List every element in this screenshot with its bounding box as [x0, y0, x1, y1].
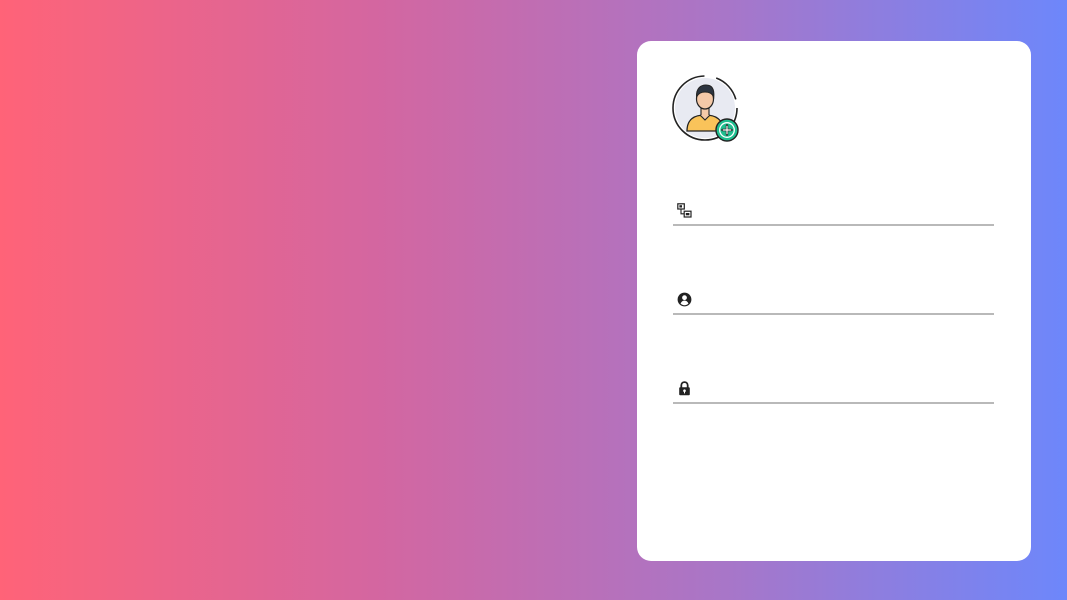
user-circle-icon	[676, 291, 692, 307]
username-field[interactable]	[673, 285, 994, 315]
id-badge-icon	[676, 202, 692, 218]
lock-icon	[676, 380, 692, 396]
password-field[interactable]	[673, 374, 994, 404]
password-input[interactable]	[700, 374, 994, 402]
id-input[interactable]	[700, 196, 994, 224]
username-input[interactable]	[700, 285, 994, 313]
add-user-avatar-icon	[672, 75, 739, 142]
id-field[interactable]	[673, 196, 994, 226]
signup-card	[637, 41, 1031, 561]
